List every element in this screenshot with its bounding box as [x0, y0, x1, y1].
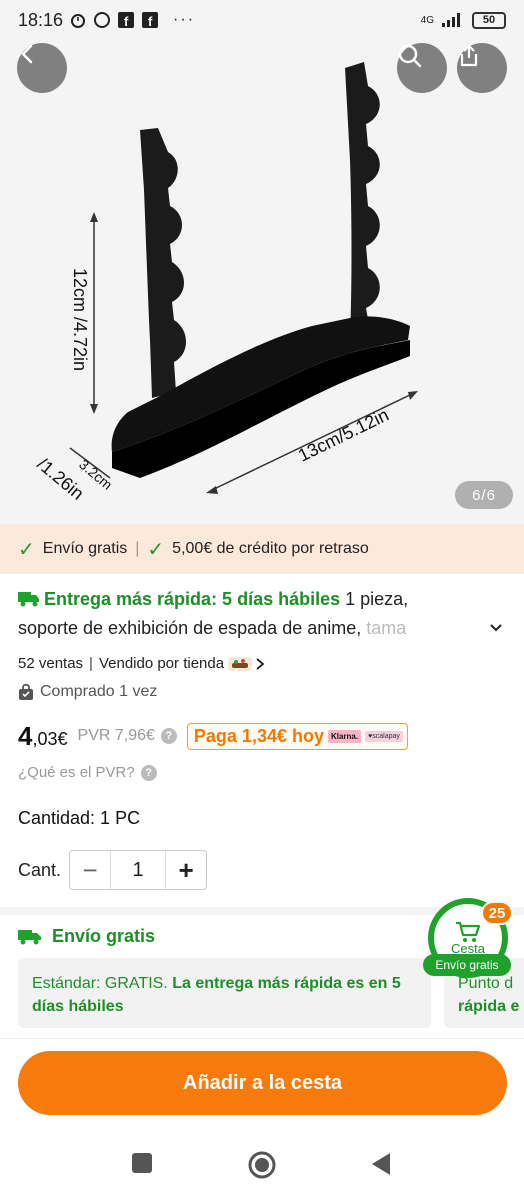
- pieces-label: 1 pieza,: [340, 589, 409, 609]
- svg-text:f: f: [148, 14, 153, 28]
- delivery-line: Entrega más rápida: 5 días hábiles 1 pie…: [18, 585, 506, 617]
- price-integer: 4: [18, 720, 33, 751]
- recents-icon[interactable]: [131, 1152, 153, 1174]
- truck-icon: [18, 929, 41, 944]
- installment-box[interactable]: Paga 1,34€ hoy Klarna. ♥scalapay: [186, 722, 408, 750]
- dim-width-label: 13cm/5.12in: [295, 405, 392, 466]
- image-counter: 6/6: [455, 481, 513, 509]
- price-line: 4,03€ PVR 7,96€ ? Paga 1,34€ hoy Klarna.…: [18, 718, 506, 754]
- pay-today-label: Paga 1,34€ hoy: [193, 725, 324, 746]
- bought-count: Comprado 1 vez: [40, 683, 158, 700]
- pickup-line2: rápida e: [458, 998, 520, 1015]
- whatsapp-icon: [93, 11, 111, 29]
- decrement-button[interactable]: −: [70, 851, 110, 889]
- delivery-fast-label: Entrega más rápida: 5 días hábiles: [44, 589, 341, 609]
- product-title-fade: tama: [366, 618, 407, 638]
- free-shipping-label: Envío gratis: [42, 540, 128, 557]
- increment-button[interactable]: +: [166, 851, 206, 889]
- chevron-right-icon[interactable]: [254, 657, 266, 671]
- clock: 18:16: [18, 9, 64, 30]
- expand-title-button[interactable]: [486, 618, 506, 643]
- battery-icon: 50: [472, 11, 506, 29]
- cart-count-badge: 25: [481, 901, 513, 925]
- back-button[interactable]: [17, 43, 67, 93]
- pvr-price: PVR 7,96€: [77, 727, 155, 744]
- more-notifications: ···: [173, 11, 196, 28]
- sold-by-label[interactable]: Vendido por tienda: [99, 655, 224, 672]
- credit-label: 5,00€ de crédito por retraso: [172, 540, 369, 557]
- pvr-question[interactable]: ¿Qué es el PVR? ?: [18, 764, 506, 781]
- share-button[interactable]: [457, 43, 507, 93]
- separator: |: [135, 540, 140, 557]
- quantity-value[interactable]: 1: [110, 851, 167, 889]
- dim-height-label: 12cm /4.72in: [70, 268, 90, 371]
- product-title[interactable]: soporte de exhibición de espada de anime…: [18, 614, 458, 643]
- separator: |: [89, 655, 93, 672]
- share-icon: [460, 44, 478, 67]
- chevron-left-icon: [21, 44, 33, 64]
- standard-prefix: Estándar: GRATIS.: [32, 975, 173, 992]
- price: 4,03€: [18, 721, 68, 752]
- klarna-logo: Klarna.: [327, 729, 362, 743]
- truck-icon: [18, 588, 40, 617]
- promo-banner: ✓ Envío gratis | ✓ 5,00€ de crédito por …: [0, 524, 524, 574]
- sword-stand-illustration: 12cm /4.72in 13cm/5.12in 3.2cm /1.26in: [33, 62, 418, 504]
- cart-free-shipping-badge: Envío gratis: [423, 954, 511, 976]
- svg-text:f: f: [124, 14, 129, 28]
- scalapay-logo: ♥scalapay: [365, 730, 403, 742]
- search-button[interactable]: [397, 43, 447, 93]
- system-nav-bar: [0, 1130, 524, 1200]
- product-title-text: soporte de exhibición de espada de anime…: [18, 618, 367, 638]
- facebook-icon: f: [141, 11, 159, 29]
- product-image[interactable]: 12cm /4.72in 13cm/5.12in 3.2cm /1.26in 6…: [0, 0, 524, 524]
- cart-icon: [456, 921, 481, 942]
- shipping-header-label: Envío gratis: [52, 926, 156, 946]
- shipping-option-standard[interactable]: Estándar: GRATIS. La entrega más rápida …: [18, 958, 431, 1028]
- dim-depth-in-label: /1.26in: [33, 454, 87, 504]
- check-icon: ✓: [18, 538, 35, 561]
- chevron-down-icon: [490, 624, 502, 632]
- signal-icon: [442, 13, 460, 27]
- quantity-label: Cantidad: 1 PC: [18, 808, 141, 828]
- facebook-icon: f: [117, 11, 135, 29]
- shopping-bag-icon: [19, 683, 33, 700]
- store-logo-icon: [228, 656, 253, 671]
- back-nav-icon[interactable]: [370, 1152, 392, 1176]
- quantity-stepper[interactable]: − 1 +: [69, 850, 208, 890]
- network-label: 4G: [420, 14, 434, 26]
- bottom-action-bar: Añadir a la cesta: [0, 1038, 524, 1130]
- check-icon: ✓: [147, 538, 165, 561]
- quantity-row: Cant. − 1 +: [18, 850, 506, 890]
- help-icon[interactable]: ?: [160, 728, 177, 744]
- alarm-icon: [69, 11, 87, 29]
- cant-label: Cant.: [18, 859, 62, 880]
- sales-count: 52 ventas: [18, 655, 84, 672]
- status-bar: 18:16 f f ··· 4G 50: [0, 0, 524, 40]
- bought-line: Comprado 1 vez: [18, 683, 506, 701]
- price-cents: ,03€: [32, 728, 68, 749]
- home-icon[interactable]: [247, 1150, 277, 1180]
- sales-line: 52 ventas | Vendido por tienda: [18, 655, 506, 672]
- pvr-question-text: ¿Qué es el PVR?: [18, 764, 135, 781]
- help-icon: ?: [140, 764, 157, 781]
- add-to-cart-button[interactable]: Añadir a la cesta: [18, 1051, 507, 1115]
- search-icon: [398, 44, 422, 68]
